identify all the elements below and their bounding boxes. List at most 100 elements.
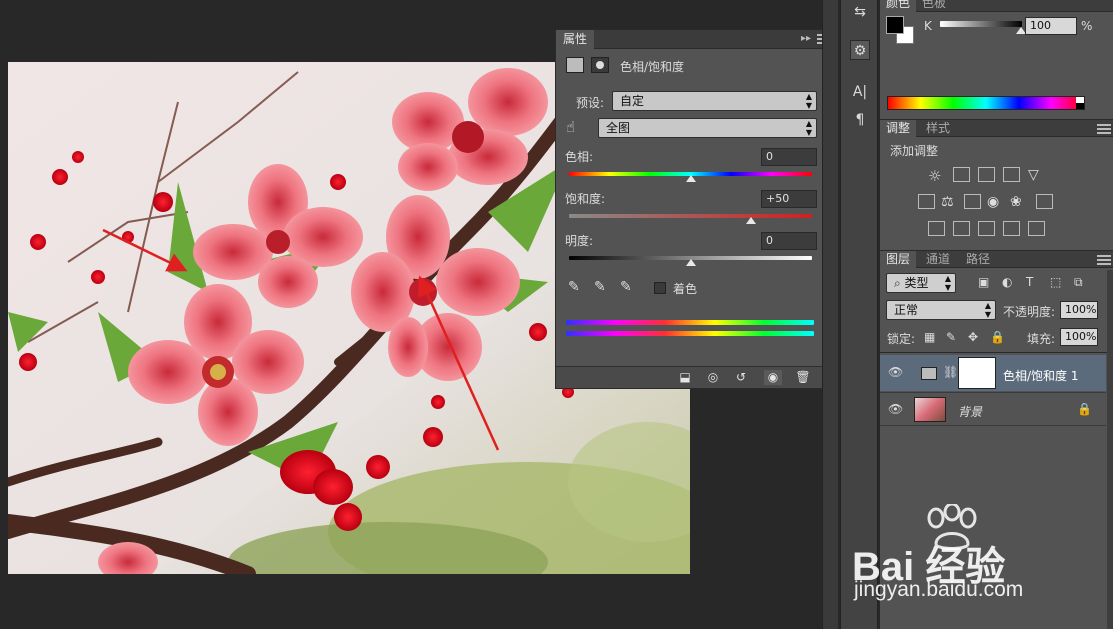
photo-filter-icon[interactable]: ◉	[987, 194, 1004, 210]
adjustments-panel-tabs: 调整 样式	[880, 119, 1113, 137]
eyedropper-icon[interactable]: ✎	[568, 279, 580, 295]
layers-scrollbar[interactable]	[1107, 270, 1113, 629]
k-input[interactable]: 100	[1025, 17, 1077, 35]
brightness-contrast-icon[interactable]: ☼	[928, 167, 945, 185]
delete-icon[interactable]: 🗑	[794, 370, 812, 385]
vibrance-icon[interactable]: ▽	[1028, 167, 1045, 183]
blend-mode-value: 正常	[894, 303, 919, 317]
lightness-input[interactable]: 0	[761, 232, 817, 250]
channel-mixer-icon[interactable]: ❀	[1010, 194, 1027, 210]
lock-pixels-icon[interactable]: ✎	[946, 330, 956, 344]
foreground-color-swatch[interactable]	[886, 16, 904, 34]
saturation-slider-handle[interactable]	[746, 217, 757, 224]
lock-icon: 🔒	[1077, 402, 1092, 416]
black-white-icon[interactable]	[964, 194, 981, 209]
history-icon[interactable]: ⇆	[850, 2, 870, 22]
dropdown-arrows-icon: ▲ ▼	[944, 274, 951, 292]
input-spectrum-bar	[566, 320, 814, 325]
black-swatch[interactable]	[1076, 103, 1084, 109]
curves-icon[interactable]	[978, 167, 995, 182]
visibility-icon[interactable]: ◉	[764, 370, 782, 385]
tab-adjustments[interactable]: 调整	[880, 120, 917, 137]
layers-panel-tabs: 图层 通道 路径	[880, 250, 1113, 268]
dropdown-arrows-icon: ▲ ▼	[805, 92, 812, 110]
clip-to-layer-icon[interactable]: ⬓	[676, 370, 694, 385]
layer-filter-dropdown[interactable]: ⌕ 类型 ▲ ▼	[886, 273, 956, 293]
filter-kind-value: 类型	[904, 276, 929, 290]
tab-channels[interactable]: 通道	[920, 251, 956, 268]
eye-icon[interactable]: 👁	[888, 365, 903, 379]
lock-position-icon[interactable]: ✥	[968, 330, 978, 344]
blend-mode-dropdown[interactable]: 正常 ▲ ▼	[886, 300, 996, 320]
lightness-slider-handle[interactable]	[685, 259, 696, 266]
posterize-icon[interactable]	[953, 221, 970, 236]
color-balance-icon[interactable]: ⚖	[941, 194, 958, 210]
properties-panel: 属性 ▸▸ 色相/饱和度 预设: 自定 ▲ ▼ ☝ 全图 ▲ ▼ 色相: 0 饱和度…	[555, 29, 838, 389]
view-previous-state-icon[interactable]: ◎	[704, 370, 722, 385]
exposure-icon[interactable]	[1003, 167, 1020, 182]
channel-value: 全图	[606, 121, 631, 135]
targeted-adjustment-hand-icon[interactable]: ☝	[566, 118, 575, 136]
color-lookup-icon[interactable]	[1036, 194, 1053, 209]
invert-icon[interactable]	[928, 221, 945, 236]
saturation-input[interactable]: +50	[761, 190, 817, 208]
hue-saturation-layer-icon[interactable]	[566, 57, 584, 73]
panel-menu-icon[interactable]	[1097, 255, 1111, 265]
tab-paths[interactable]: 路径	[960, 251, 996, 268]
add-adjustment-label: 添加调整	[890, 144, 939, 158]
smart-object-filter-icon[interactable]: ⧉	[1074, 275, 1083, 290]
layer-row[interactable]: 👁 背景 🔒	[880, 392, 1106, 426]
adjustment-filter-icon[interactable]: ◐	[1002, 275, 1012, 289]
opacity-input[interactable]: 100%	[1060, 301, 1098, 319]
properties-footer: ⬓ ◎ ↺ ◉ 🗑	[556, 366, 837, 388]
preset-label: 预设:	[576, 96, 605, 110]
k-slider-track[interactable]	[940, 21, 1022, 27]
layer-row[interactable]: 👁 ⛓ 色相/饱和度 1	[880, 355, 1106, 391]
tab-layers[interactable]: 图层	[880, 251, 917, 268]
link-icon[interactable]: ⛓	[943, 365, 958, 379]
tab-styles[interactable]: 样式	[920, 120, 956, 137]
character-icon[interactable]: A|	[850, 82, 870, 102]
reset-icon[interactable]: ↺	[732, 370, 750, 385]
layer-mask-icon[interactable]	[591, 57, 609, 73]
levels-icon[interactable]	[953, 167, 970, 182]
eyedropper-minus-icon[interactable]: ✎	[620, 279, 632, 295]
eye-icon[interactable]: 👁	[888, 402, 903, 416]
layer-name[interactable]: 色相/饱和度 1	[1003, 367, 1079, 384]
color-spectrum-ramp[interactable]	[887, 96, 1085, 110]
shape-filter-icon[interactable]: ⬚	[1050, 275, 1061, 289]
paragraph-icon[interactable]: ¶	[850, 110, 870, 130]
properties-icon[interactable]: ⚙	[850, 40, 870, 60]
hue-slider-handle[interactable]	[685, 175, 696, 182]
lock-all-icon[interactable]: 🔒	[990, 330, 1005, 344]
preset-value: 自定	[620, 94, 645, 108]
fill-input[interactable]: 100%	[1060, 328, 1098, 346]
collapse-icon[interactable]: ▸▸	[801, 33, 811, 44]
opacity-label: 不透明度:	[1003, 305, 1056, 319]
lock-transparent-icon[interactable]: ▦	[924, 330, 935, 344]
percent-label: %	[1081, 19, 1093, 33]
layer-mask-thumbnail[interactable]	[958, 357, 996, 389]
tab-properties[interactable]: 属性	[556, 30, 594, 49]
tab-swatches[interactable]: 色板	[916, 0, 952, 12]
eyedropper-plus-icon[interactable]: ✎	[594, 279, 606, 295]
tab-color[interactable]: 颜色	[880, 0, 917, 12]
adjustment-title: 色相/饱和度	[620, 60, 685, 74]
channel-dropdown[interactable]: 全图 ▲ ▼	[598, 118, 817, 138]
panel-menu-icon[interactable]	[1097, 124, 1111, 134]
pixel-filter-icon[interactable]: ▣	[978, 275, 989, 289]
selective-color-icon[interactable]	[1003, 221, 1020, 236]
type-filter-icon[interactable]: T	[1026, 275, 1033, 289]
threshold-icon[interactable]	[978, 221, 995, 236]
hue-saturation-icon[interactable]	[918, 194, 935, 209]
gradient-map-icon[interactable]	[1028, 221, 1045, 236]
layer-name[interactable]: 背景	[958, 403, 982, 420]
lightness-label: 明度:	[565, 234, 594, 248]
saturation-slider-track[interactable]	[569, 214, 812, 218]
preset-dropdown[interactable]: 自定 ▲ ▼	[612, 91, 817, 111]
colorize-checkbox[interactable]	[654, 282, 666, 294]
hue-input[interactable]: 0	[761, 148, 817, 166]
filter-search-icon: ⌕	[894, 276, 905, 290]
baidu-watermark: Bai 经验 jingyan.baidu.com	[852, 504, 1102, 612]
layer-image-thumbnail[interactable]	[914, 397, 946, 422]
